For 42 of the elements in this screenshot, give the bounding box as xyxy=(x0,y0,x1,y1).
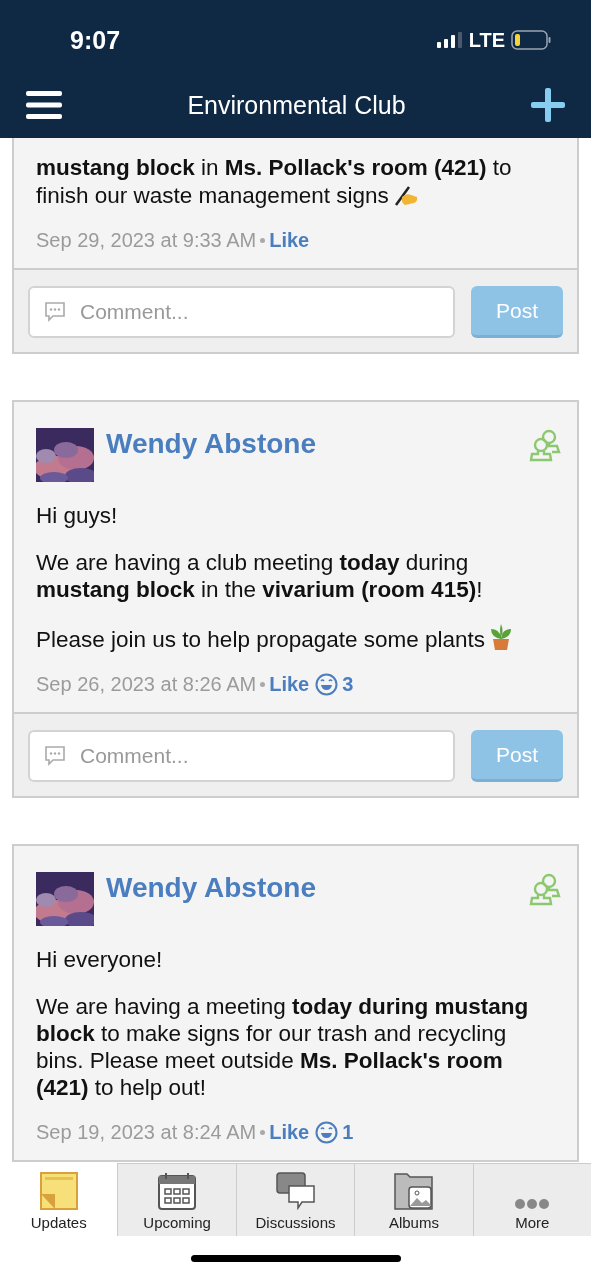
more-icon xyxy=(515,1198,550,1210)
network-label: LTE xyxy=(468,28,505,52)
tab[interactable]: Albums xyxy=(354,1163,473,1236)
people-icon xyxy=(529,428,561,462)
tab[interactable]: More xyxy=(472,1163,591,1236)
note-icon xyxy=(39,1172,78,1210)
post-date: Sep 26, 2023 at 8:26 AM xyxy=(36,673,257,696)
tab[interactable]: Upcoming xyxy=(117,1163,236,1236)
calendar-icon xyxy=(158,1172,197,1210)
smiley-icon xyxy=(315,673,339,696)
post-text: mustang block in Ms. Pollack's room (421) to finish our waste management signs xyxy=(36,154,513,209)
separator-dot xyxy=(260,1130,266,1135)
like-link[interactable]: Like xyxy=(269,673,310,696)
photo-folder-icon xyxy=(393,1170,434,1210)
post-text: We are having a meeting today during mustang block to make signs for our trash and recycling bins. Please meet outside Ms. Pollack's room (421) to help out! xyxy=(36,993,530,1101)
like-link[interactable]: Like xyxy=(269,229,310,252)
menu-icon[interactable] xyxy=(26,90,62,120)
post-text: Hi everyone! xyxy=(36,946,164,973)
header-title: Environmental Club xyxy=(187,90,406,120)
post-date: Sep 29, 2023 at 9:33 AM xyxy=(36,229,257,252)
chat-bubbles-icon xyxy=(275,1172,316,1210)
separator-dot xyxy=(260,238,266,243)
post-text: We are having a club meeting today during mustang block in the vivarium (room 415)! xyxy=(36,549,484,603)
like-link[interactable]: Like xyxy=(269,1121,310,1144)
status-time: 9:07 xyxy=(70,25,121,55)
add-icon[interactable] xyxy=(531,88,565,122)
comment-field[interactable]: Comment... xyxy=(28,286,455,338)
post-date: Sep 19, 2023 at 8:24 AM xyxy=(36,1121,257,1144)
reaction-count: 1 xyxy=(342,1121,354,1144)
battery-icon xyxy=(511,30,551,50)
people-icon xyxy=(529,872,561,906)
reaction-count: 3 xyxy=(342,673,354,696)
post-text: Please join us to help propagate some plants xyxy=(36,623,557,653)
smiley-icon xyxy=(315,1121,339,1144)
author-name[interactable]: Wendy Abstone xyxy=(106,428,517,460)
separator-dot xyxy=(260,682,266,687)
signal-icon xyxy=(436,32,463,48)
tab[interactable]: Discussions xyxy=(235,1163,355,1236)
author-name[interactable]: Wendy Abstone xyxy=(106,872,517,904)
potted-plant-icon xyxy=(489,623,514,651)
comment-field[interactable]: Comment... xyxy=(28,730,455,782)
post-text: Hi guys! xyxy=(36,502,119,529)
